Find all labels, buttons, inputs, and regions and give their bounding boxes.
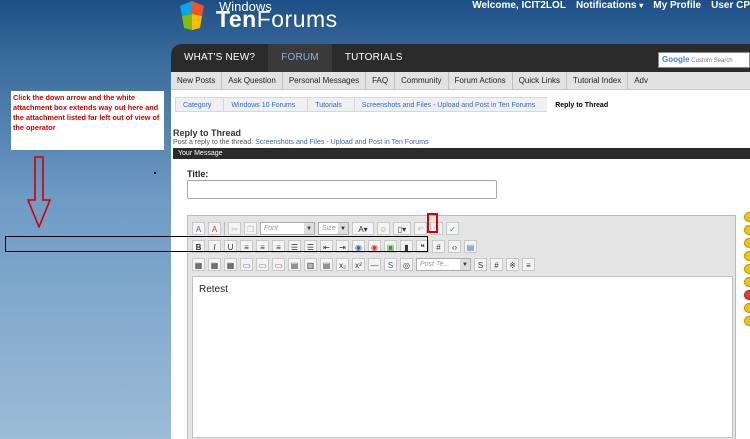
smiley-icon[interactable]: [744, 303, 750, 313]
subscript-icon[interactable]: x₂: [336, 257, 349, 271]
down-arrow-icon: [27, 156, 51, 228]
breadcrumb-category[interactable]: Category: [175, 97, 225, 112]
subnav-quick-links[interactable]: Quick Links: [513, 72, 568, 89]
subnav-forum-actions[interactable]: Forum Actions: [449, 72, 513, 89]
top-user-nav: Welcome, ICIT2LOL Notifications ▾ My Pro…: [472, 0, 750, 12]
message-section-header: Your Message: [173, 148, 750, 159]
stray-dot: [154, 172, 156, 174]
strike-icon[interactable]: S: [384, 257, 397, 271]
main-tabs: WHAT'S NEW? FORUM TUTORIALS Google Custo…: [171, 44, 750, 72]
subnav-advanced[interactable]: Adv: [628, 72, 654, 89]
horizontal-rule-icon[interactable]: ―: [368, 257, 381, 271]
superscript-icon[interactable]: x²: [352, 257, 365, 271]
subnav-community[interactable]: Community: [395, 72, 449, 89]
message-textarea[interactable]: Retest: [192, 276, 733, 438]
breadcrumb-thread[interactable]: Screenshots and Files - Upload and Post …: [353, 97, 549, 112]
code-icon[interactable]: ‹›: [448, 239, 461, 253]
table-col-icon[interactable]: ▦: [224, 257, 237, 271]
hash-icon[interactable]: #: [432, 239, 445, 253]
search-placeholder: Custom Search: [691, 58, 733, 64]
size-select[interactable]: Size ▼: [318, 221, 349, 235]
remove-format-icon[interactable]: A: [192, 221, 205, 235]
cut-icon[interactable]: ✂: [228, 221, 241, 235]
chevron-down-icon: ▼: [304, 222, 314, 234]
logo-forums-text: Forums: [256, 6, 338, 32]
separator-line-icon[interactable]: ≡: [522, 257, 535, 271]
tab-tutorials[interactable]: TUTORIALS: [332, 44, 416, 72]
annotation-note: Click the down arrow and the white attac…: [11, 91, 164, 150]
thread-link[interactable]: Screenshots and Files - Upload and Post …: [255, 139, 428, 146]
copy-icon[interactable]: ❐: [244, 221, 257, 235]
logo-ten-text: Ten: [216, 6, 257, 32]
subnav-ask-question[interactable]: Ask Question: [222, 72, 283, 89]
post-template-select[interactable]: Post Te... ▼: [416, 257, 471, 271]
site-logo[interactable]: TenForums: [216, 6, 338, 33]
toolbar-separator: [224, 221, 225, 235]
annotation-highlight-box: [427, 213, 438, 233]
angry-smiley-icon[interactable]: [744, 290, 750, 300]
spoiler-icon[interactable]: ▤: [288, 257, 301, 271]
text-color-icon[interactable]: A▾: [352, 221, 374, 235]
tab-forum[interactable]: FORUM: [268, 44, 332, 72]
php-icon[interactable]: ▤: [464, 239, 477, 253]
smiley-icon[interactable]: [744, 225, 750, 235]
table-row-icon[interactable]: ▦: [208, 257, 221, 271]
note-icon[interactable]: ▤: [320, 257, 333, 271]
notifications-link[interactable]: Notifications ▾: [576, 0, 643, 12]
search-input[interactable]: Google Custom Search: [658, 52, 750, 68]
highlight-box-icon[interactable]: ▭: [256, 257, 269, 271]
editor-toolbar-row-1: A A ✂ ❐ Font ▼ Size ▼ A▾ ☺ ▯▾ ↶ ↷ ✓: [192, 220, 459, 236]
breadcrumb-current: Reply to Thread: [547, 97, 622, 112]
hash-tag-icon[interactable]: #: [490, 257, 503, 271]
windows-logo-icon: [180, 1, 204, 30]
subnav-personal-messages[interactable]: Personal Messages: [283, 72, 367, 89]
smilies-panel: [744, 212, 750, 326]
tab-whats-new[interactable]: WHAT'S NEW?: [171, 44, 268, 72]
box-icon[interactable]: ▭: [240, 257, 253, 271]
breadcrumb: Category Windows 10 Forums Tutorials Scr…: [175, 97, 622, 112]
column-icon[interactable]: ▥: [304, 257, 317, 271]
switch-mode-icon[interactable]: A: [208, 221, 221, 235]
globe-icon[interactable]: ◎: [400, 257, 413, 271]
message-text: Retest: [199, 284, 228, 295]
smiley-icon[interactable]: [744, 238, 750, 248]
welcome-text: Welcome, ICIT2LOL: [472, 0, 566, 11]
username-link[interactable]: ICIT2LOL: [521, 0, 565, 11]
smiley-icon[interactable]: [744, 277, 750, 287]
smiley-icon[interactable]: [744, 316, 750, 326]
breadcrumb-windows-10-forums[interactable]: Windows 10 Forums: [223, 97, 309, 112]
page-subtitle: Post a reply to the thread: Screenshots …: [173, 139, 429, 146]
breadcrumb-tutorials[interactable]: Tutorials: [307, 97, 355, 112]
extended-attachment-box: [5, 236, 428, 252]
sub-navigation: New Posts Ask Question Personal Messages…: [171, 72, 750, 90]
subnav-tutorial-index[interactable]: Tutorial Index: [567, 72, 629, 89]
table-icon[interactable]: ▦: [192, 257, 205, 271]
attachment-dropdown-icon[interactable]: ▯▾: [393, 221, 411, 235]
smiley-icon[interactable]: [744, 212, 750, 222]
chevron-down-icon: ▾: [639, 1, 644, 10]
editor-toolbar-row-3: ▦ ▦ ▦ ▭ ▭ ▭ ▤ ▥ ▤ x₂ x² ― S ◎ Post Te...…: [192, 256, 535, 272]
google-logo: Google: [662, 55, 690, 64]
undo-icon[interactable]: ↶: [414, 221, 427, 235]
title-input[interactable]: [187, 180, 497, 199]
red-box-icon[interactable]: ▭: [272, 257, 285, 271]
chevron-down-icon: ▼: [338, 222, 348, 234]
title-label: Title:: [187, 169, 209, 179]
smiley-icon[interactable]: ☺: [377, 221, 390, 235]
my-profile-link[interactable]: My Profile: [653, 0, 701, 12]
chevron-down-icon: ▼: [460, 258, 470, 270]
subnav-faq[interactable]: FAQ: [366, 72, 396, 89]
page-title: Reply to Thread: [173, 128, 242, 138]
strikethrough-icon[interactable]: S: [474, 257, 487, 271]
user-cp-link[interactable]: User CP: [711, 0, 750, 12]
special-char-icon[interactable]: ※: [506, 257, 519, 271]
font-select[interactable]: Font ▼: [260, 221, 315, 235]
spellcheck-icon[interactable]: ✓: [446, 221, 459, 235]
subnav-new-posts[interactable]: New Posts: [171, 72, 223, 89]
smiley-icon[interactable]: [744, 264, 750, 274]
smiley-icon[interactable]: [744, 251, 750, 261]
